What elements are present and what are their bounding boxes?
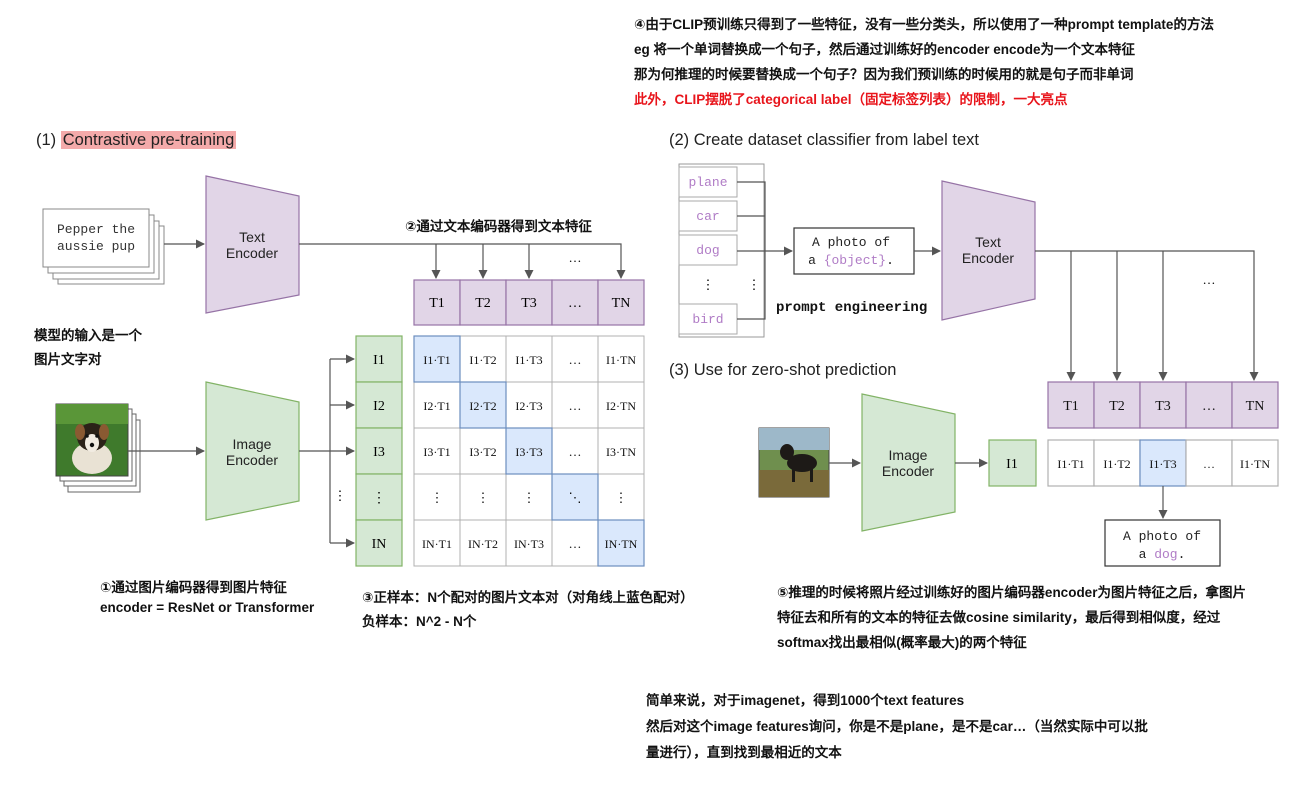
similarity-matrix: I1·T1 I1·T2 I1·T3 … I1·TN I2·T1 I2·T2 I2·T3 … I2·… — [413, 335, 645, 567]
matrix-cell-label: … — [569, 398, 582, 413]
text-encoder-1: Text Encoder — [205, 175, 300, 314]
i-label-2: I2 — [373, 399, 385, 414]
matrix-cell-label: IN·T2 — [468, 537, 498, 551]
label-list-vdots-inner: ⋮ — [702, 277, 715, 292]
text-encoder-2-label1: Text — [975, 234, 1001, 250]
image-encoder-2-label1: Image — [889, 447, 928, 463]
matrix-cell-label: I1·TN — [606, 353, 636, 367]
text-feature-ellipsis-2: … — [1203, 272, 1216, 287]
result-line2: a dog. — [1139, 547, 1186, 562]
template-prefix: a — [808, 253, 824, 268]
result-suffix: . — [1178, 547, 1186, 562]
t-label-ellipsis: … — [568, 296, 582, 311]
template-line2: a {object}. — [808, 253, 894, 268]
t-label-2: T2 — [475, 296, 491, 311]
prompt-template-box: A photo of a {object}. — [793, 227, 915, 275]
i-label-3: I3 — [373, 445, 385, 460]
template-object: {object} — [824, 253, 886, 268]
zero-shot-text-feature-row: T1 T2 T3 … TN — [1047, 381, 1279, 429]
i-label-vdots: ⋮ — [372, 491, 386, 506]
result-prefix: a — [1139, 547, 1155, 562]
matrix-cell-label: I2·T1 — [423, 399, 450, 413]
zs-text-feature-label: T3 — [1155, 399, 1171, 414]
zs-text-feature-label: … — [1202, 399, 1216, 414]
class-label-text: car — [696, 209, 719, 224]
image-encoder-2-label2: Encoder — [882, 463, 934, 479]
text-encoder-1-label1: Text — [239, 229, 265, 245]
zs-text-feature-label: T1 — [1063, 399, 1079, 414]
zs-text-feature-label: TN — [1246, 399, 1265, 414]
caption-line2: aussie pup — [57, 239, 135, 254]
matrix-cell-label: I3·T3 — [515, 445, 542, 459]
image-feature-column: I1 I2 I3 ⋮ IN — [355, 335, 403, 567]
zero-shot-score-row: I1·T1 I1·T2 I1·T3 … I1·TN — [1047, 439, 1279, 487]
image-encoder-1-label2: Encoder — [226, 452, 278, 468]
text-feature-row: T1 T2 T3 … TN — [413, 279, 645, 326]
matrix-cell-label: IN·T1 — [422, 537, 452, 551]
matrix-cell-label: … — [569, 444, 582, 459]
matrix-cell-label: I3·TN — [606, 445, 636, 459]
matrix-cell-label: ⋮ — [477, 490, 490, 505]
template-suffix: . — [886, 253, 894, 268]
image-feature-arrows: ⋮ — [299, 354, 355, 548]
text-encoder-1-label2: Encoder — [226, 245, 278, 261]
matrix-cell-label: I3·T2 — [469, 445, 496, 459]
t-label-n: TN — [612, 296, 631, 311]
matrix-cell-label: I2·T3 — [515, 399, 542, 413]
matrix-cell-label: I1·T1 — [423, 353, 450, 367]
template-line1: A photo of — [812, 235, 890, 250]
class-label-text: dog — [696, 243, 719, 258]
caption-card-stack: Pepper the aussie pup — [42, 208, 165, 285]
text-feature-arrows-2 — [1035, 250, 1259, 381]
matrix-cell-label: ⋮ — [431, 490, 444, 505]
zs-i1-label: I1 — [1006, 457, 1018, 472]
t-label-3: T3 — [521, 296, 537, 311]
matrix-cell-label: IN·TN — [605, 537, 638, 551]
image-feature-vdots: ⋮ — [334, 488, 347, 503]
dog-photo — [758, 427, 830, 498]
class-label-text: plane — [688, 175, 727, 190]
matrix-cell-label: I1·T3 — [515, 353, 542, 367]
image-encoder-1-label1: Image — [233, 436, 272, 452]
result-word: dog — [1154, 547, 1177, 562]
matrix-cell-label: … — [569, 352, 582, 367]
zs-score-label: I1·T2 — [1103, 457, 1130, 471]
matrix-cell-label: … — [569, 536, 582, 551]
text-encoder-2: Text Encoder — [941, 180, 1036, 321]
matrix-cell-label: I2·TN — [606, 399, 636, 413]
label-list-vdots-outer: ⋮ — [748, 277, 761, 292]
prediction-result-box: A photo of a dog. — [1104, 519, 1221, 567]
matrix-cell-label: ⋮ — [615, 490, 628, 505]
class-label-text: bird — [692, 312, 723, 327]
matrix-cell-label: IN·T3 — [514, 537, 544, 551]
image-encoder-2: Image Encoder — [861, 393, 956, 532]
puppy-photo — [55, 403, 129, 477]
text-feature-ellipsis: … — [569, 250, 582, 265]
image-encoder-1: Image Encoder — [205, 381, 300, 521]
caption-line1: Pepper the — [57, 222, 135, 237]
zs-text-feature-label: T2 — [1109, 399, 1125, 414]
clip-diagram: ④由于CLIP预训练只得到了一些特征，没有一些分类头，所以使用了一种prompt… — [0, 0, 1302, 785]
matrix-cell-label: I1·T2 — [469, 353, 496, 367]
matrix-cell-label: I2·T2 — [469, 399, 496, 413]
diagram-graphics: Pepper the aussie pup Text Encoder … T1 … — [42, 163, 1279, 567]
matrix-cell-label: I3·T1 — [423, 445, 450, 459]
prompt-engineering-label: prompt engineering — [776, 300, 927, 316]
zs-score-label: I1·T1 — [1057, 457, 1084, 471]
i-label-n: IN — [372, 537, 387, 552]
text-encoder-2-label2: Encoder — [962, 250, 1014, 266]
matrix-cell-label: ⋱ — [569, 490, 582, 505]
zs-score-label: I1·T3 — [1149, 457, 1176, 471]
matrix-cell-label: ⋮ — [523, 490, 536, 505]
zs-score-label: … — [1203, 457, 1215, 471]
zero-shot-image-feature: I1 — [988, 439, 1037, 487]
t-label-1: T1 — [429, 296, 445, 311]
i-label-1: I1 — [373, 353, 385, 368]
puppy-image-stack — [55, 403, 141, 493]
zs-score-label: I1·TN — [1240, 457, 1270, 471]
result-line1: A photo of — [1123, 529, 1201, 544]
